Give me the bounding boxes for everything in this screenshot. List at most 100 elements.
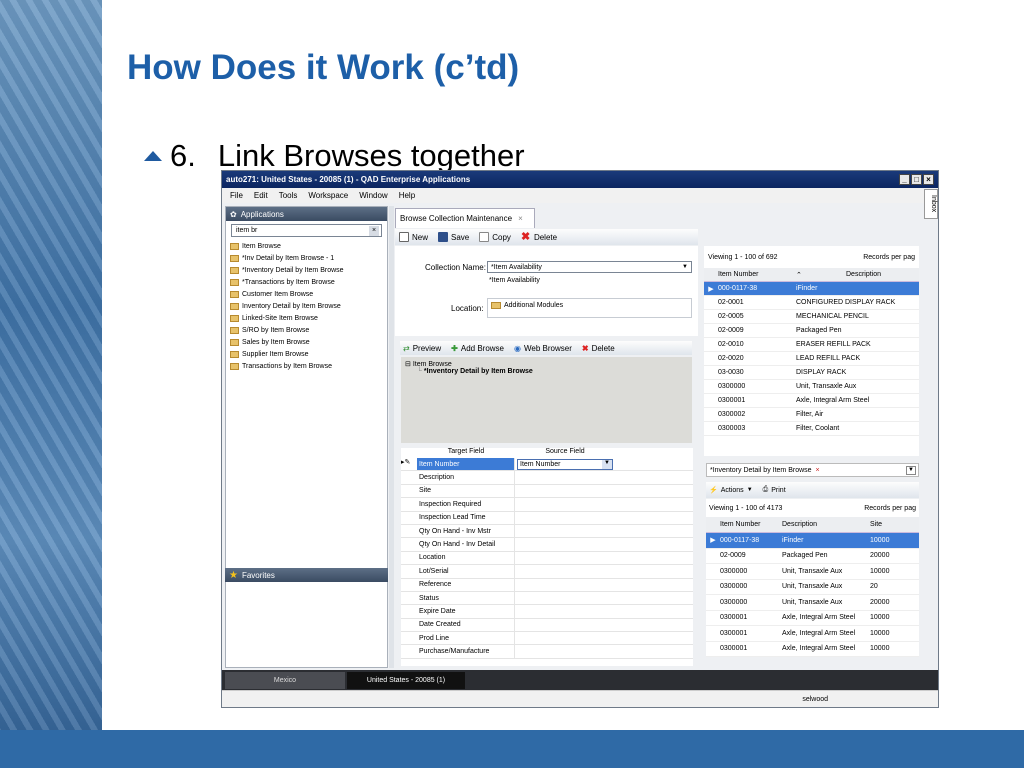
source-field-cell[interactable] bbox=[515, 525, 615, 537]
table-row[interactable]: 02-0009 Packaged Pen bbox=[704, 324, 919, 338]
table-row[interactable]: 02-0005 MECHANICAL PENCIL bbox=[704, 310, 919, 324]
table-row[interactable]: 0300001 Axle, Integral Arm Steel 10000 bbox=[706, 626, 919, 642]
table-row[interactable]: 0300001 Axle, Integral Arm Steel 10000 bbox=[706, 642, 919, 657]
table-row[interactable]: 02-0010 ERASER REFILL PACK bbox=[704, 338, 919, 352]
preview-button[interactable]: ⇄ Preview bbox=[403, 344, 441, 353]
source-field-cell[interactable] bbox=[515, 512, 615, 524]
table-row[interactable]: Qty On Hand - Inv Detail bbox=[401, 538, 693, 552]
menu-item-file[interactable]: File bbox=[230, 191, 243, 200]
table-row[interactable]: Qty On Hand - Inv Mstr bbox=[401, 524, 693, 539]
table-row[interactable]: 0300000 Unit, Transaxle Aux 20000 bbox=[706, 595, 919, 611]
table-row[interactable]: Reference bbox=[401, 578, 693, 592]
tree-delete-button[interactable]: ✖ Delete bbox=[582, 344, 615, 353]
table-row[interactable]: Location bbox=[401, 551, 693, 566]
copy-button[interactable]: Copy bbox=[479, 232, 511, 242]
source-field-header[interactable]: Source Field bbox=[515, 448, 615, 458]
table-row[interactable]: Purchase/Manufacture bbox=[401, 645, 693, 659]
application-list-item[interactable]: Item Browse bbox=[226, 240, 387, 252]
table-row[interactable]: ▶ 000-0117-38 iFinder bbox=[704, 282, 919, 296]
actions-button[interactable]: ⚡ Actions ▼ bbox=[709, 486, 753, 495]
application-list-item[interactable]: Sales by Item Browse bbox=[226, 336, 387, 348]
table-row[interactable]: 0300000 Unit, Transaxle Aux 20 bbox=[706, 580, 919, 595]
save-button[interactable]: Save bbox=[438, 232, 469, 242]
application-list-item[interactable]: Customer Item Browse bbox=[226, 288, 387, 300]
new-button[interactable]: New bbox=[399, 232, 428, 242]
source-field-cell[interactable] bbox=[515, 538, 615, 550]
table-row[interactable]: 02-0020 LEAD REFILL PACK bbox=[704, 352, 919, 366]
tab-close-icon[interactable]: × bbox=[816, 467, 820, 474]
source-field-cell[interactable] bbox=[515, 632, 615, 644]
table-row[interactable]: 03-0030 DISPLAY RACK bbox=[704, 366, 919, 380]
applications-header[interactable]: ✿ Applications bbox=[226, 207, 387, 221]
application-list-item[interactable]: *Inv Detail by Item Browse - 1 bbox=[226, 252, 387, 264]
source-field-cell[interactable] bbox=[515, 565, 615, 577]
table-row[interactable]: ▶ 000-0117-38 iFinder 10000 bbox=[706, 533, 919, 549]
source-field-cell[interactable] bbox=[515, 471, 615, 483]
print-button[interactable]: ⎙ Print bbox=[763, 486, 786, 494]
source-field-cell[interactable] bbox=[515, 498, 615, 510]
task-united-states[interactable]: United States - 20085 (1) bbox=[347, 671, 465, 689]
table-row[interactable]: 0300001 Axle, Integral Arm Steel bbox=[704, 394, 919, 408]
source-field-cell[interactable]: Item Number ▼ bbox=[515, 458, 615, 470]
table-row[interactable]: Inspection Lead Time bbox=[401, 511, 693, 525]
table-row[interactable]: 0300000 Unit, Transaxle Aux bbox=[704, 380, 919, 394]
clear-search-icon[interactable]: × bbox=[369, 226, 379, 236]
chevron-down-icon[interactable]: ▼ bbox=[906, 466, 916, 475]
source-field-cell[interactable] bbox=[515, 605, 615, 617]
location-field[interactable]: Additional Modules bbox=[487, 298, 692, 318]
source-field-cell[interactable] bbox=[515, 485, 615, 497]
source-field-select[interactable]: Item Number ▼ bbox=[517, 458, 613, 470]
detail-site-header[interactable]: Site bbox=[870, 521, 882, 528]
table-row[interactable]: 0300003 Filter, Coolant bbox=[704, 422, 919, 436]
item-number-header[interactable]: Item Number bbox=[718, 271, 796, 278]
table-row[interactable]: Prod Line bbox=[401, 632, 693, 646]
menu-item-edit[interactable]: Edit bbox=[254, 191, 268, 200]
menu-item-tools[interactable]: Tools bbox=[279, 191, 298, 200]
table-row[interactable]: 0300001 Axle, Integral Arm Steel 10000 bbox=[706, 611, 919, 626]
application-list-item[interactable]: S/RO by Item Browse bbox=[226, 324, 387, 336]
delete-button[interactable]: ✖ Delete bbox=[521, 232, 557, 243]
add-browse-button[interactable]: ✚ Add Browse bbox=[451, 344, 504, 353]
tab-browse-collection-maintenance[interactable]: Browse Collection Maintenance × bbox=[395, 208, 535, 228]
pane-splitter[interactable] bbox=[389, 206, 394, 668]
table-row[interactable]: Lot/Serial bbox=[401, 565, 693, 579]
table-row[interactable]: 0300000 Unit, Transaxle Aux 10000 bbox=[706, 564, 919, 580]
source-field-cell[interactable] bbox=[515, 579, 615, 591]
menu-item-workspace[interactable]: Workspace bbox=[308, 191, 348, 200]
collection-name-select[interactable]: *Item Availability ▼ bbox=[487, 261, 692, 273]
tree-node-child[interactable]: └ *Inventory Detail by Item Browse bbox=[405, 368, 688, 375]
table-row[interactable]: ▸✎ Item Number Item Number ▼ bbox=[401, 458, 693, 472]
application-list-item[interactable]: *Transactions by Item Browse bbox=[226, 276, 387, 288]
detail-description-header[interactable]: Description bbox=[782, 521, 870, 528]
table-row[interactable]: Date Created bbox=[401, 618, 693, 633]
table-row[interactable]: Site bbox=[401, 484, 693, 499]
source-field-cell[interactable] bbox=[515, 619, 615, 631]
close-button[interactable]: × bbox=[923, 174, 934, 185]
applications-search-input[interactable]: item br × bbox=[231, 224, 382, 237]
favorites-header[interactable]: ★ Favorites bbox=[225, 568, 388, 582]
application-list-item[interactable]: Supplier Item Browse bbox=[226, 348, 387, 360]
table-row[interactable]: Inspection Required bbox=[401, 498, 693, 512]
description-header[interactable]: Description bbox=[816, 271, 881, 278]
source-field-cell[interactable] bbox=[515, 645, 615, 657]
tab-close-icon[interactable]: × bbox=[518, 214, 523, 223]
application-list-item[interactable]: Inventory Detail by Item Browse bbox=[226, 300, 387, 312]
application-list-item[interactable]: *Inventory Detail by Item Browse bbox=[226, 264, 387, 276]
table-row[interactable]: 02-0009 Packaged Pen 20000 bbox=[706, 549, 919, 564]
source-field-cell[interactable] bbox=[515, 592, 615, 604]
application-list-item[interactable]: Transactions by Item Browse bbox=[226, 360, 387, 372]
tree-node-root[interactable]: ⊟ Item Browse bbox=[405, 360, 688, 368]
task-mexico[interactable]: Mexico bbox=[225, 671, 345, 689]
tab-inventory-detail[interactable]: *Inventory Detail by Item Browse × ▼ bbox=[706, 463, 919, 477]
target-field-header[interactable]: Target Field bbox=[417, 448, 515, 458]
web-browser-button[interactable]: ◉ Web Browser bbox=[514, 344, 572, 353]
table-row[interactable]: 0300002 Filter, Air bbox=[704, 408, 919, 422]
maximize-button[interactable]: □ bbox=[911, 174, 922, 185]
table-row[interactable]: Description bbox=[401, 471, 693, 485]
table-row[interactable]: Expire Date bbox=[401, 605, 693, 619]
table-row[interactable]: Status bbox=[401, 591, 693, 606]
detail-item-number-header[interactable]: Item Number bbox=[720, 521, 782, 528]
application-list-item[interactable]: Linked-Site Item Browse bbox=[226, 312, 387, 324]
source-field-cell[interactable] bbox=[515, 552, 615, 564]
table-row[interactable]: 02-0001 CONFIGURED DISPLAY RACK bbox=[704, 296, 919, 310]
